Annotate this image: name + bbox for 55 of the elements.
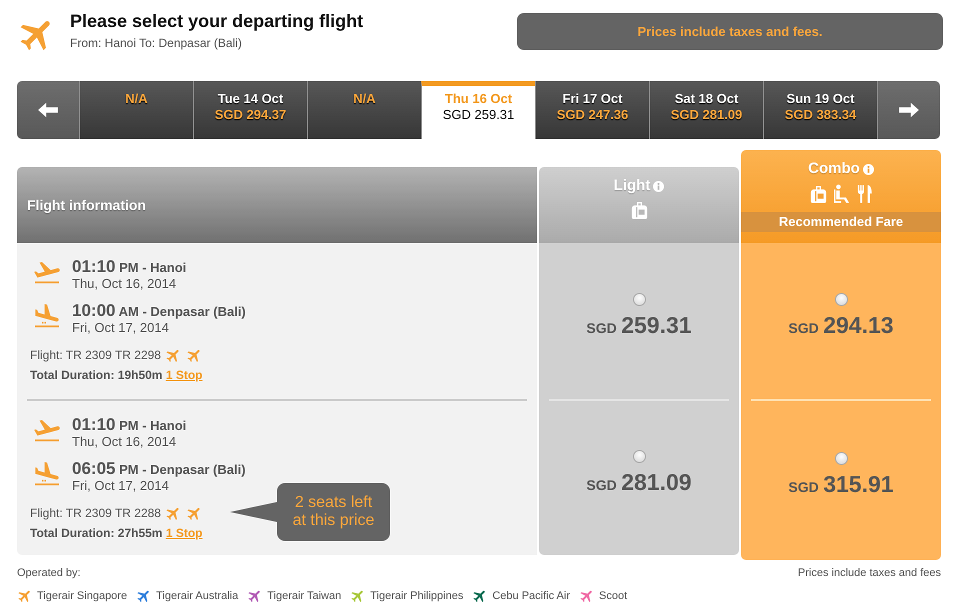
airline-name: Cebu Pacific Air [492, 589, 570, 604]
fare-price: SGD 294.13 [788, 312, 894, 340]
info-icon [653, 180, 664, 192]
total-duration: Total Duration: 27h55m [30, 526, 162, 540]
airline-name: Tigerair Australia [156, 589, 238, 604]
flight-time: 10:00 AM - Denpasar (Bali) [72, 302, 246, 320]
date-tab[interactable]: N/A [79, 81, 193, 139]
date-tab[interactable]: Sun 19 Oct SGD 383.34 [763, 81, 877, 139]
arrow-left-icon [37, 101, 59, 119]
date-tab[interactable]: Thu 16 Oct SGD 259.31 [421, 81, 535, 139]
recommended-fare-label: Recommended Fare [741, 212, 941, 232]
previous-dates-button[interactable] [17, 81, 79, 139]
fare-price: SGD 281.09 [586, 468, 692, 496]
info-icon [862, 164, 874, 174]
flight-date: Thu, Oct 16, 2014 [72, 276, 178, 291]
date-tab[interactable]: Sat 18 Oct SGD 281.09 [649, 81, 763, 139]
date-tab[interactable]: Fri 17 Oct SGD 247.36 [535, 81, 649, 139]
seats-left-tooltip: 2 seats left at this price [230, 483, 390, 541]
flight-time: 01:10 PM - Hanoi [72, 258, 186, 276]
cutlery-icon [856, 184, 872, 204]
date-tab[interactable]: Tue 14 Oct SGD 294.37 [193, 81, 307, 139]
flight-time: 01:10 PM - Hanoi [72, 416, 186, 434]
next-dates-button[interactable] [877, 81, 940, 139]
fare-radio[interactable] [834, 292, 848, 306]
operated-by-label: Operated by: [17, 567, 81, 580]
fare-name: Light [614, 177, 650, 195]
flight-date: Thu, Oct 16, 2014 [72, 434, 178, 449]
flight-time: 06:05 PM - Denpasar (Bali) [72, 460, 246, 478]
luggage-icon [810, 185, 826, 204]
taxes-note: Prices include taxes and fees [798, 567, 941, 580]
luggage-icon [630, 201, 648, 220]
airline-name: Scoot [599, 589, 628, 604]
seat-icon [834, 184, 850, 204]
airline-name: Tigerair Singapore [37, 589, 128, 604]
flight-date: Fri, Oct 17, 2014 [72, 478, 170, 493]
airline-name: Tigerair Taiwan [267, 589, 342, 604]
flight-numbers: Flight: TR 2309 TR 2298 [30, 347, 161, 364]
route-text: From: Hanoi To: Denpasar (Bali) [70, 36, 243, 50]
fare-radio[interactable] [632, 292, 646, 306]
fare-radio[interactable] [834, 452, 848, 465]
arrow-right-icon [898, 101, 920, 119]
airplane-icon [579, 588, 595, 604]
flight-info-header: Flight information [17, 167, 537, 243]
page-title: Please select your departing flight [70, 11, 364, 31]
total-duration: Total Duration: 19h50m [30, 368, 162, 382]
flight-date: Fri, Oct 17, 2014 [72, 320, 170, 335]
price-notice-banner: Prices include taxes and fees. [517, 13, 943, 50]
fare-name: Combo [808, 160, 860, 178]
airline-name: Tigerair Philippines [370, 589, 464, 604]
fare-price: SGD 315.91 [788, 471, 894, 499]
fare-radio[interactable] [632, 450, 646, 462]
flight-numbers: Flight: TR 2309 TR 2288 [30, 505, 161, 522]
fare-price: SGD 259.31 [586, 312, 692, 340]
airplane-icon [17, 588, 33, 604]
date-tab[interactable]: N/A [307, 81, 421, 139]
